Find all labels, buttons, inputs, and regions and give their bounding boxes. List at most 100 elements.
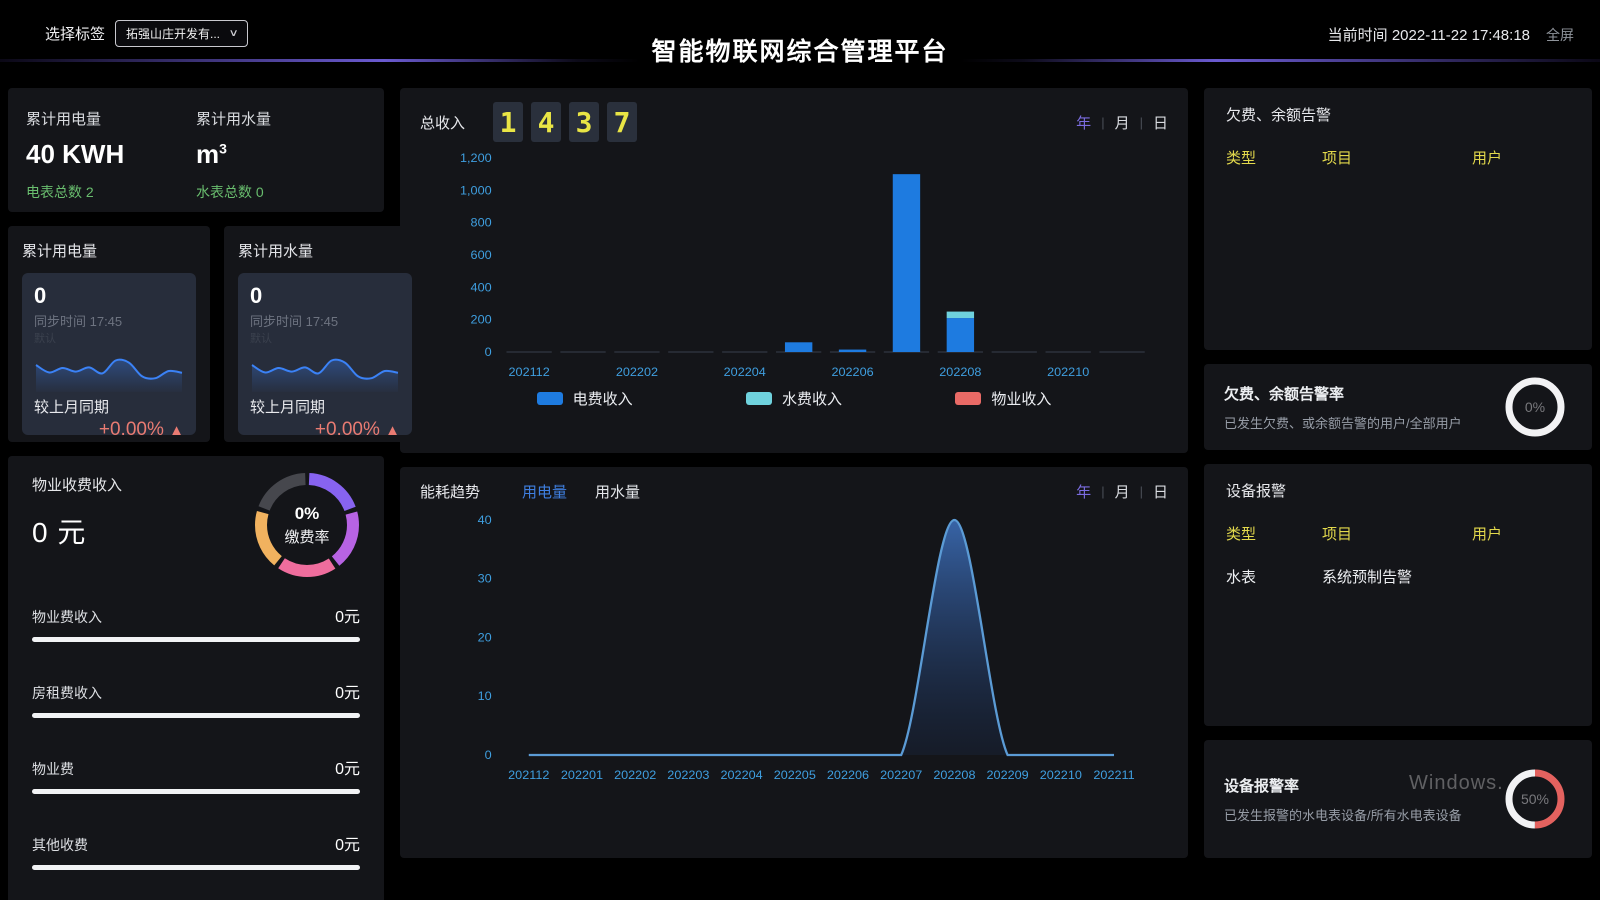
- legend-swatch: [746, 392, 772, 405]
- faint-label: 默认: [250, 330, 400, 346]
- tab-year[interactable]: 年: [1076, 481, 1091, 502]
- tab-month[interactable]: 月: [1115, 481, 1130, 502]
- up-triangle-icon: ▲: [385, 422, 400, 439]
- svg-text:10: 10: [478, 690, 492, 704]
- svg-text:202207: 202207: [880, 768, 922, 782]
- device-alarm-rate-title: 设备报警率: [1224, 775, 1504, 796]
- water-summary-title: 累计用水量: [196, 108, 366, 129]
- balance-alerts-title: 欠费、余额告警: [1226, 104, 1570, 125]
- svg-text:200: 200: [471, 313, 492, 327]
- energy-summary-panel: 累计用电量 40 KWH 电表总数 2 累计用水量 m3 水表总数 0: [8, 88, 384, 212]
- sparkline-chart: [34, 348, 184, 392]
- col-project: 项目: [1322, 523, 1472, 544]
- water-summary: 累计用水量 m3 水表总数 0: [196, 108, 366, 202]
- svg-text:202204: 202204: [724, 365, 766, 379]
- income-bar-chart: 02004006008001,0001,20020211220220220220…: [420, 142, 1168, 386]
- svg-text:202210: 202210: [1040, 768, 1082, 782]
- svg-text:40: 40: [478, 513, 492, 527]
- trend-tabs: 用电量 用水量: [522, 481, 640, 502]
- tab-day[interactable]: 日: [1153, 112, 1168, 133]
- electric-meter-count: 电表总数 2: [26, 182, 196, 202]
- svg-text:202206: 202206: [827, 768, 869, 782]
- balance-alerts-panel: 欠费、余额告警 类型 项目 用户: [1204, 88, 1592, 350]
- device-alarm-rate-percent: 50%: [1521, 791, 1549, 807]
- card-title: 累计用水量: [238, 240, 412, 261]
- legend-label: 物业收入: [991, 388, 1051, 409]
- cell-user: [1472, 566, 1570, 587]
- device-alarm-panel: 设备报警 类型 项目 用户 水表 系统预制告警: [1204, 464, 1592, 726]
- svg-text:1,000: 1,000: [460, 184, 492, 198]
- col-type: 类型: [1226, 147, 1322, 168]
- row-label: 其他收费: [32, 835, 88, 855]
- progress-bar: [32, 789, 360, 794]
- water-meter-count: 水表总数 0: [196, 182, 366, 202]
- row-value: 0元: [335, 755, 360, 779]
- svg-text:202208: 202208: [939, 365, 981, 379]
- income-counter: 1 4 3 7: [493, 102, 637, 142]
- tab-month[interactable]: 月: [1115, 112, 1130, 133]
- compare-label: 较上月同期: [34, 396, 184, 417]
- progress-bar: [32, 713, 360, 718]
- income-breakdown-list: 物业费收入0元 房租费收入0元 物业费0元 其他收费0元: [32, 603, 360, 870]
- device-alarm-title: 设备报警: [1226, 480, 1570, 501]
- left-column: 累计用电量 40 KWH 电表总数 2 累计用水量 m3 水表总数 0 累计用电…: [8, 88, 384, 858]
- fullscreen-button[interactable]: 全屏: [1546, 25, 1574, 45]
- tab-day[interactable]: 日: [1153, 481, 1168, 502]
- svg-text:202202: 202202: [616, 365, 658, 379]
- tab-water-usage[interactable]: 用水量: [595, 481, 640, 502]
- card-title: 累计用电量: [22, 240, 196, 261]
- balance-alert-rate-panel: 欠费、余额告警率 已发生欠费、或余额告警的用户/全部用户 0%: [1204, 364, 1592, 450]
- middle-column: 总收入 1 4 3 7 年| 月| 日 02004006008001,0001,…: [400, 88, 1188, 858]
- property-income-panel: 物业收费收入 0 元 0% 缴费率 物业费收入0元 房租费收入0元: [8, 456, 384, 900]
- list-item: 物业费收入0元: [32, 603, 360, 642]
- svg-text:202112: 202112: [508, 768, 549, 782]
- svg-text:30: 30: [478, 572, 492, 586]
- device-alarm-rate-panel: Windows. 设备报警率 已发生报警的水电表设备/所有水电表设备 50%: [1204, 740, 1592, 858]
- energy-trend-title: 能耗趋势: [420, 481, 480, 502]
- water-usage-card: 累计用水量 0 同步时间 17:45 默认 较上月同期 +0.00% ▲: [224, 226, 426, 442]
- list-item: 房租费收入0元: [32, 679, 360, 718]
- payment-rate-percent: 0%: [295, 504, 320, 524]
- sync-time: 同步时间 17:45: [34, 311, 184, 330]
- table-row: 水表 系统预制告警: [1226, 566, 1570, 587]
- energy-area-chart: 0102030402021122022012022022022032022042…: [420, 502, 1168, 787]
- svg-text:202205: 202205: [774, 768, 816, 782]
- svg-text:202202: 202202: [614, 768, 656, 782]
- legend-item-electric[interactable]: 电费收入: [537, 388, 633, 409]
- chart-legend: 电费收入 水费收入 物业收入: [420, 388, 1168, 409]
- device-alarm-rate-subtitle: 已发生报警的水电表设备/所有水电表设备: [1224, 805, 1504, 824]
- svg-text:800: 800: [471, 216, 492, 230]
- table-header: 类型 项目 用户: [1226, 523, 1570, 544]
- svg-text:400: 400: [471, 281, 492, 295]
- total-income-title: 总收入: [420, 112, 465, 133]
- compare-value: +0.00% ▲: [34, 419, 184, 441]
- period-tabs: 年| 月| 日: [1076, 112, 1168, 133]
- col-user: 用户: [1472, 523, 1570, 544]
- sparkline-chart: [250, 348, 400, 392]
- legend-item-property[interactable]: 物业收入: [955, 388, 1051, 409]
- col-project: 项目: [1322, 147, 1472, 168]
- card-body: 0 同步时间 17:45 默认 较上月同期 +0.00% ▲: [22, 273, 196, 435]
- cell-project: 系统预制告警: [1322, 566, 1472, 587]
- water-summary-value: m3: [196, 139, 366, 170]
- svg-text:202210: 202210: [1047, 365, 1089, 379]
- faint-label: 默认: [34, 330, 184, 346]
- tab-electric-usage[interactable]: 用电量: [522, 481, 567, 502]
- svg-text:0: 0: [485, 748, 492, 762]
- tab-year[interactable]: 年: [1076, 112, 1091, 133]
- counter-digit: 7: [607, 102, 637, 142]
- svg-text:202203: 202203: [667, 768, 709, 782]
- time-label: 当前时间: [1328, 27, 1388, 44]
- row-label: 房租费收入: [32, 683, 102, 703]
- counter-digit: 3: [569, 102, 599, 142]
- col-type: 类型: [1226, 523, 1322, 544]
- card-value: 0: [250, 283, 400, 309]
- row-label: 物业费收入: [32, 607, 102, 627]
- col-user: 用户: [1472, 147, 1570, 168]
- legend-swatch: [537, 392, 563, 405]
- counter-digit: 1: [493, 102, 523, 142]
- legend-item-water[interactable]: 水费收入: [746, 388, 842, 409]
- svg-text:20: 20: [478, 631, 492, 645]
- progress-bar: [32, 637, 360, 642]
- svg-text:202204: 202204: [721, 768, 763, 782]
